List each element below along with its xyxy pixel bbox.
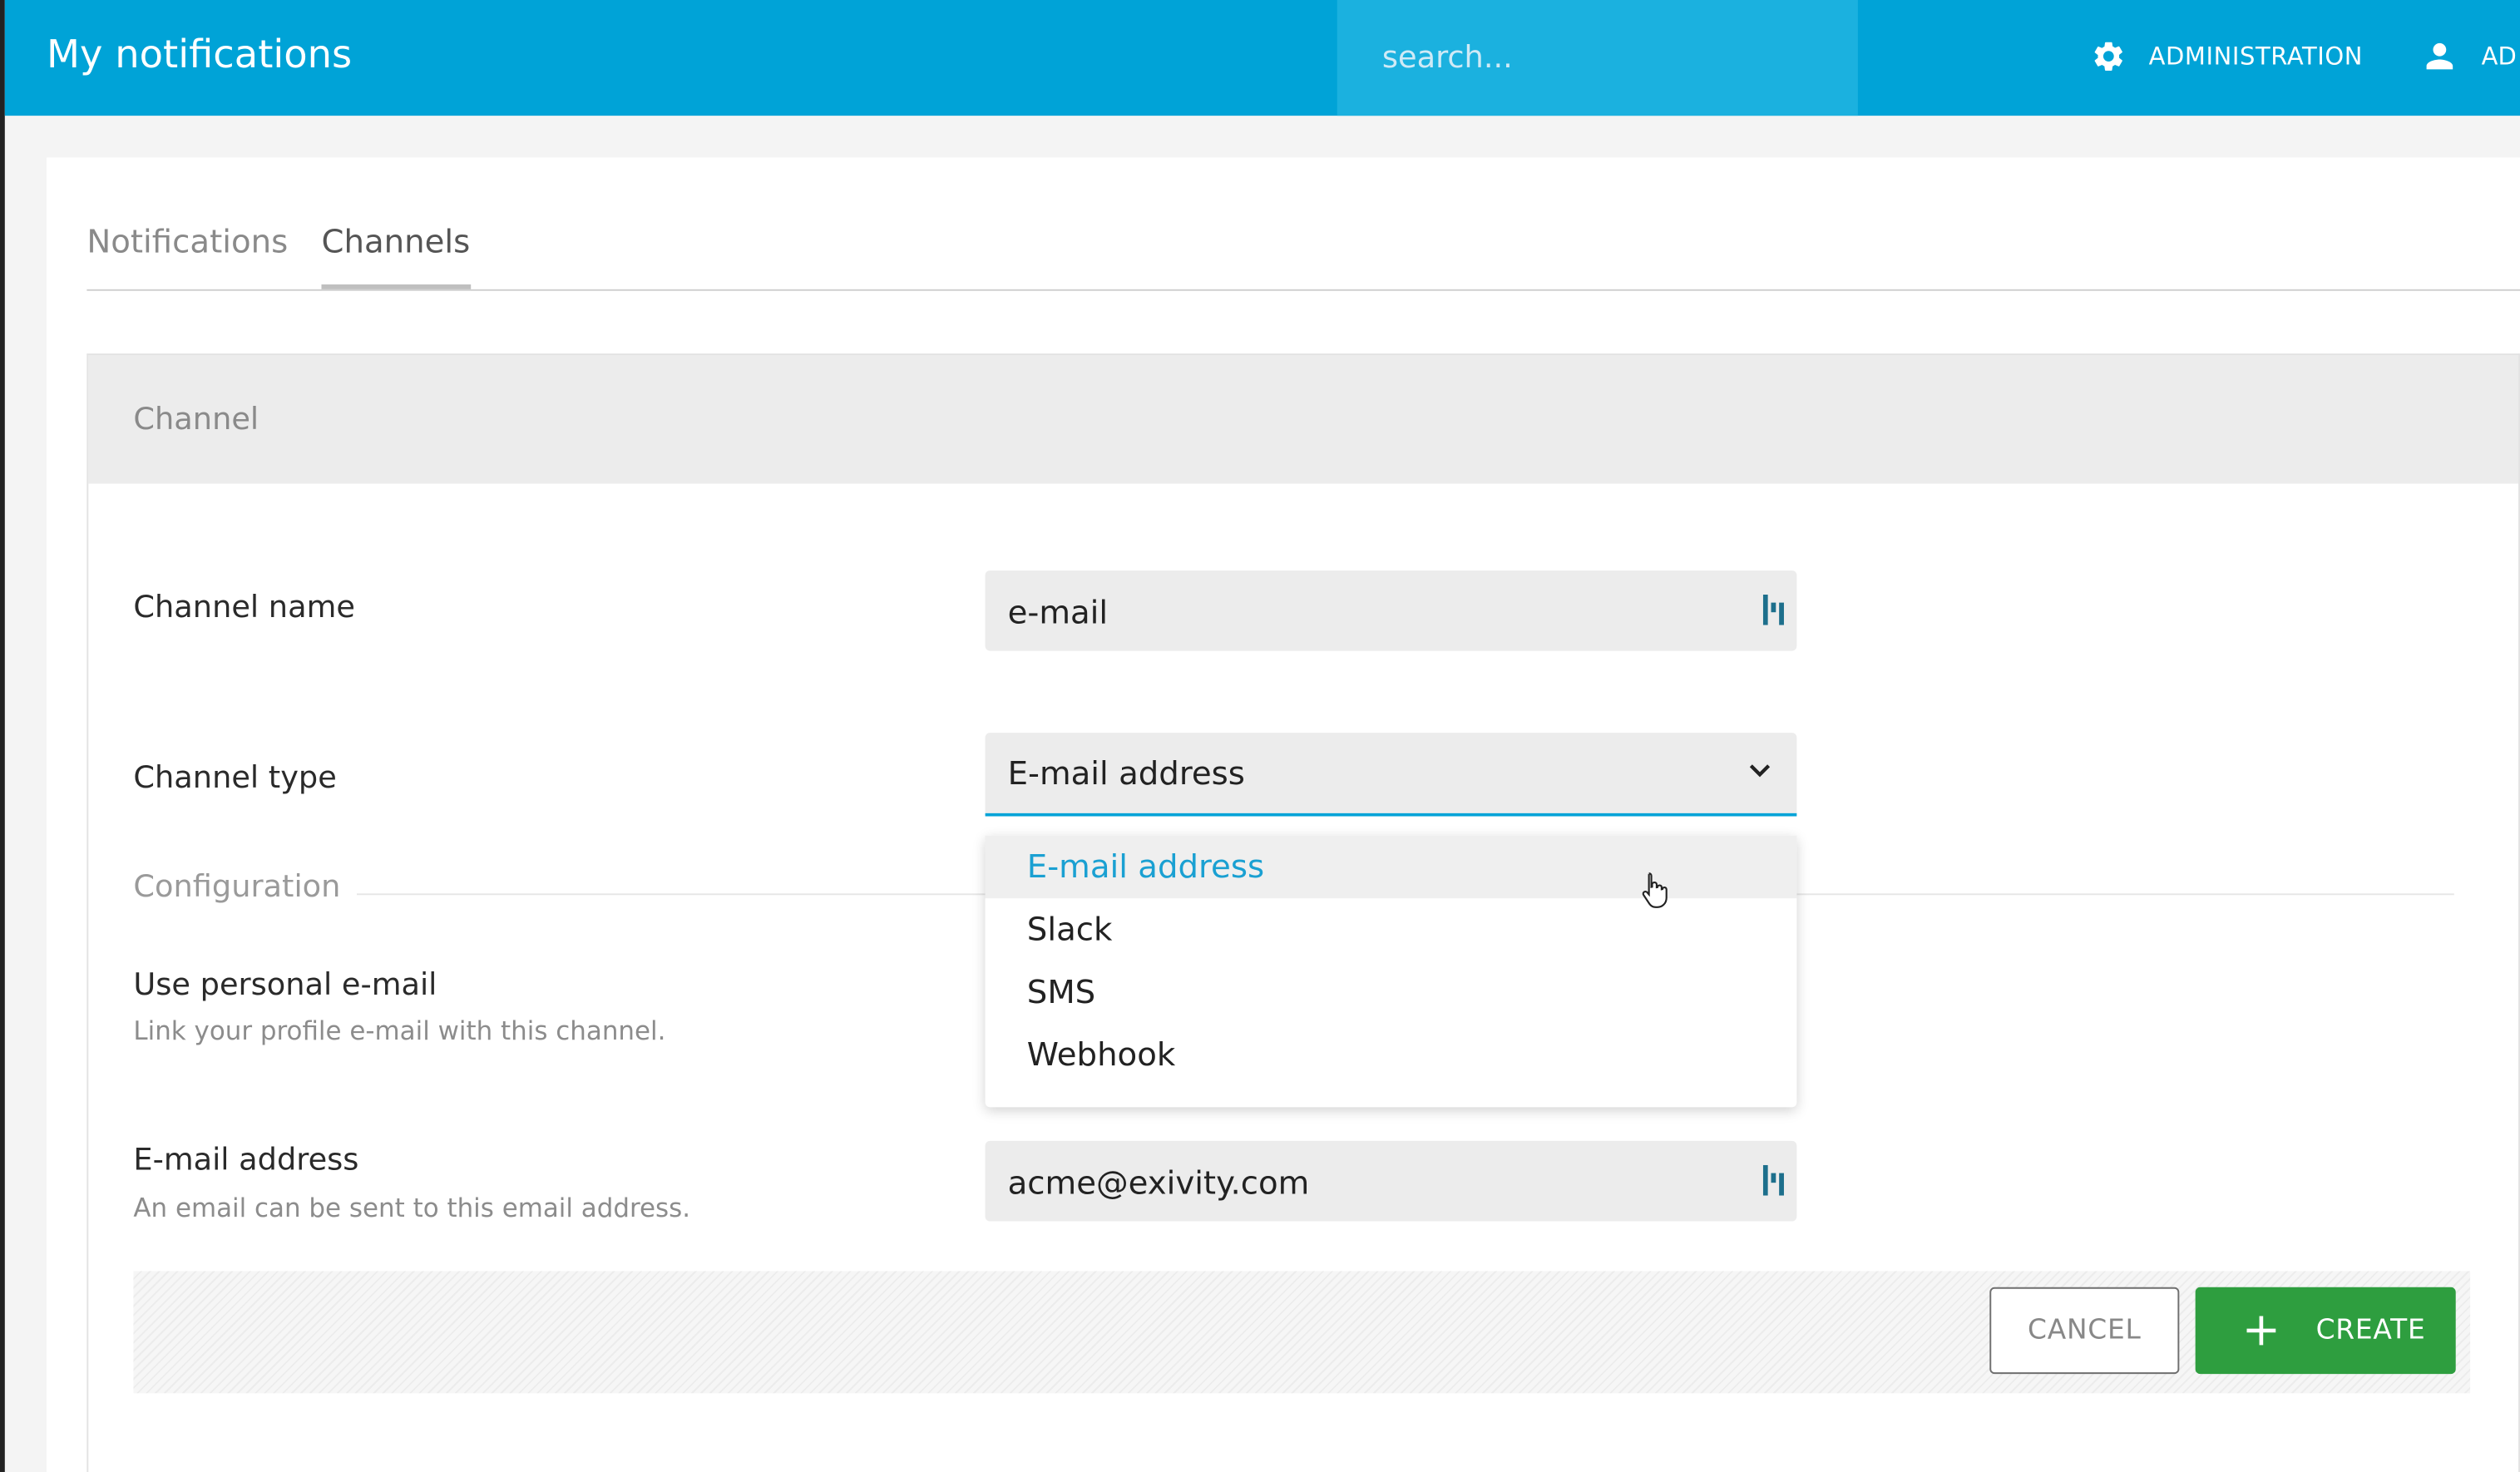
email-address-label: E-mail address: [133, 1142, 359, 1178]
personal-email-label: Use personal e-mail: [133, 967, 437, 1003]
channel-type-value: E-mail address: [1007, 753, 1245, 793]
email-address-input[interactable]: [1004, 1153, 1718, 1212]
tab-bar: Notifications Channels: [86, 219, 2520, 291]
window-edge: [0, 0, 5, 1472]
option-label: SMS: [1026, 972, 1096, 1011]
user-label: AD: [2481, 42, 2517, 72]
email-address-help: An email can be sent to this email addre…: [133, 1192, 691, 1223]
channel-panel: Channel Channel name Channel type E-mail…: [86, 353, 2520, 1472]
email-address-field[interactable]: [985, 1140, 1797, 1222]
chevron-down-icon: [1749, 764, 1771, 778]
hand-cursor-icon: [1642, 872, 1668, 908]
create-button[interactable]: CREATE: [2195, 1287, 2456, 1375]
search-input[interactable]: [1378, 28, 1836, 87]
option-slack[interactable]: Slack: [986, 898, 1797, 961]
configuration-heading: Configuration: [133, 869, 341, 905]
search-box[interactable]: [1337, 0, 1858, 116]
panel-header: Channel: [88, 355, 2519, 484]
option-label: Webhook: [1026, 1035, 1176, 1074]
tab-channels[interactable]: Channels: [321, 219, 471, 289]
administration-label: ADMINISTRATION: [2148, 42, 2364, 72]
channel-name-input[interactable]: [1004, 583, 1718, 641]
cancel-button[interactable]: CANCEL: [1989, 1287, 2180, 1375]
channel-type-label: Channel type: [133, 759, 337, 796]
content-card: Notifications Channels Channel Channel n…: [47, 157, 2520, 1472]
user-icon: [2426, 42, 2453, 70]
user-menu[interactable]: AD: [2424, 32, 2517, 81]
create-label: CREATE: [2315, 1314, 2426, 1347]
option-sms[interactable]: SMS: [986, 961, 1797, 1024]
top-bar: My notifications ADMINISTRATION AD: [4, 0, 2520, 116]
tab-notifications[interactable]: Notifications: [86, 219, 288, 286]
channel-name-label: Channel name: [133, 590, 355, 625]
option-label: Slack: [1026, 909, 1113, 949]
channel-type-dropdown: E-mail address Slack SMS Webhook: [985, 835, 1797, 1108]
option-webhook[interactable]: Webhook: [986, 1024, 1797, 1086]
key-value-icon[interactable]: [1762, 594, 1786, 625]
plus-icon: [2246, 1316, 2276, 1346]
page-title: My notifications: [47, 32, 353, 77]
personal-email-help: Link your profile e-mail with this chann…: [133, 1015, 666, 1046]
app-root: My notifications ADMINISTRATION AD Notif…: [0, 0, 2520, 1472]
channel-name-field[interactable]: [985, 570, 1797, 651]
administration-link[interactable]: ADMINISTRATION: [2091, 32, 2363, 81]
channel-type-select[interactable]: E-mail address: [985, 733, 1797, 817]
option-email-address[interactable]: E-mail address: [985, 835, 1797, 899]
key-value-icon[interactable]: [1762, 1164, 1786, 1196]
option-label: E-mail address: [1026, 847, 1265, 886]
panel-title: Channel: [133, 402, 259, 437]
gear-icon: [2094, 42, 2122, 71]
form-actions: CANCEL CREATE: [133, 1271, 2471, 1394]
